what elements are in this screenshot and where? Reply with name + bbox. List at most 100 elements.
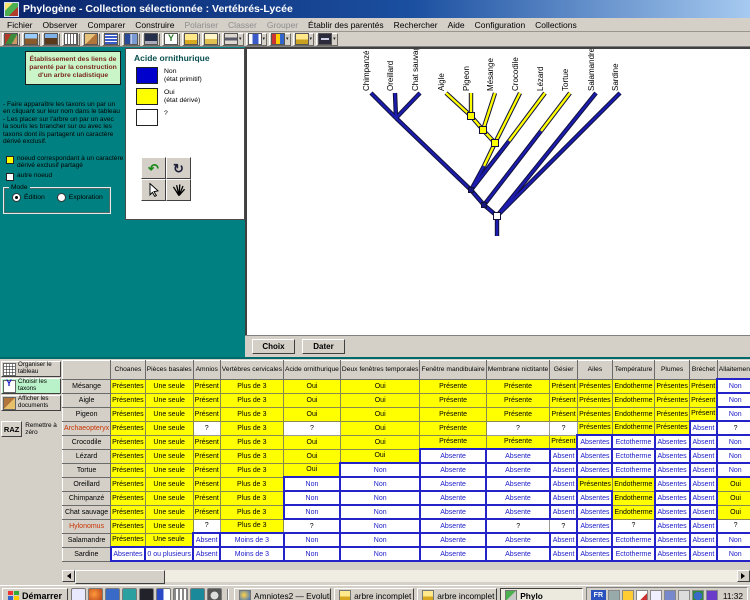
character-cell[interactable]: Présente <box>420 379 486 393</box>
character-cell[interactable]: Oui <box>284 379 341 393</box>
character-cell[interactable]: Une seule <box>145 519 193 533</box>
character-cell[interactable]: Une seule <box>145 449 193 463</box>
character-cell[interactable]: Présentes <box>111 463 146 477</box>
column-header-ailes[interactable]: Ailes <box>577 361 612 380</box>
character-cell[interactable]: Absent <box>690 505 718 519</box>
taxon-row-header-sardine[interactable]: Sardine <box>63 547 111 561</box>
choix-button[interactable]: Choix <box>252 339 295 354</box>
menu-item-observer[interactable]: Observer <box>38 20 83 30</box>
yellow-node-marker[interactable] <box>480 127 487 134</box>
character-cell[interactable]: Oui <box>340 421 420 435</box>
dropdown-arrow-icon[interactable]: ▾ <box>263 37 266 42</box>
character-cell[interactable]: Présentes <box>111 491 146 505</box>
toolbar-button-photo-icon[interactable] <box>22 33 40 46</box>
character-cell[interactable]: Présentes <box>655 379 690 393</box>
scroll-left-button[interactable] <box>62 570 75 582</box>
character-cell[interactable]: Absent <box>193 547 220 561</box>
undo-button[interactable]: ↶ <box>141 157 166 179</box>
character-cell[interactable]: Absent <box>550 477 578 491</box>
character-cell[interactable]: Présent <box>550 407 578 421</box>
character-cell[interactable]: Oui <box>284 463 341 477</box>
character-cell[interactable]: Absente <box>486 449 550 463</box>
column-header-br-chet[interactable]: Bréchet <box>690 361 718 380</box>
character-cell[interactable]: Endotherme <box>612 477 654 491</box>
tray-icon-1[interactable] <box>608 590 620 600</box>
horizontal-scrollbar[interactable] <box>62 570 750 582</box>
character-cell[interactable]: Absent <box>550 505 578 519</box>
taxon-label-chimpanz[interactable]: Chimpanzé <box>362 50 371 91</box>
character-cell[interactable]: Absentes <box>577 505 612 519</box>
task-button-arbre-incomplet[interactable]: arbre incomplet <box>417 588 497 600</box>
character-cell[interactable]: Absentes <box>655 449 690 463</box>
character-cell[interactable]: Absent <box>550 491 578 505</box>
character-cell[interactable]: Présente <box>486 393 550 407</box>
character-cell[interactable]: Non <box>284 547 341 561</box>
taxon-label-chat-sauvage[interactable]: Chat sauvage <box>411 49 420 91</box>
menu-item-construire[interactable]: Construire <box>130 20 179 30</box>
toolbar-button-document-folder-icon[interactable] <box>202 33 220 46</box>
branch-tool-button[interactable] <box>166 179 191 201</box>
character-cell[interactable]: Une seule <box>145 463 193 477</box>
character-cell[interactable]: Présentes <box>577 393 612 407</box>
character-cell[interactable]: Non <box>340 547 420 561</box>
character-cell[interactable]: Absente <box>420 519 486 533</box>
character-cell[interactable]: Absent <box>690 519 718 533</box>
column-header-fen-tre-mandibulaire[interactable]: Fenêtre mandibulaire <box>420 361 486 380</box>
character-cell[interactable]: Absentes <box>577 491 612 505</box>
character-cell[interactable]: Non <box>717 463 750 477</box>
column-header-choanes[interactable]: Choanes <box>111 361 146 380</box>
menu-item-classer[interactable]: Classer <box>223 20 262 30</box>
taxon-row-header-oreillard[interactable]: Oreillard <box>63 477 111 491</box>
character-cell[interactable]: Plus de 3 <box>220 407 283 421</box>
character-cell[interactable]: Non <box>717 435 750 449</box>
character-cell[interactable]: ? <box>717 421 750 435</box>
cladogram-canvas[interactable]: ChimpanzéOreillardChat sauvageAiglePigeo… <box>245 47 750 335</box>
character-cell[interactable]: Présent <box>193 435 220 449</box>
character-cell[interactable]: Absent <box>690 547 718 561</box>
character-cell[interactable]: Absent <box>690 491 718 505</box>
taxon-row-header-chat-sauvage[interactable]: Chat sauvage <box>63 505 111 519</box>
character-cell[interactable]: Présente <box>420 393 486 407</box>
character-cell[interactable]: Oui <box>284 435 341 449</box>
character-cell[interactable]: Plus de 3 <box>220 393 283 407</box>
character-cell[interactable]: Présent <box>193 393 220 407</box>
task-button-phylo[interactable]: Phylo <box>500 588 583 600</box>
character-cell[interactable]: Oui <box>284 393 341 407</box>
character-cell[interactable]: Non <box>717 547 750 561</box>
toolbar-button-mosaic-icon[interactable] <box>102 33 120 46</box>
character-cell[interactable]: Présentes <box>655 421 690 435</box>
character-cell[interactable]: ? <box>486 421 550 435</box>
character-cell[interactable]: Endotherme <box>612 505 654 519</box>
character-cell[interactable]: Présente <box>420 407 486 421</box>
character-cell[interactable]: Une seule <box>145 407 193 421</box>
character-cell[interactable]: Absentes <box>655 533 690 547</box>
menu-item-aide[interactable]: Aide <box>443 20 470 30</box>
character-cell[interactable]: Absent <box>690 435 718 449</box>
character-cell[interactable]: Présente <box>420 421 486 435</box>
app-shortcut-icon-8[interactable] <box>190 588 205 600</box>
menu-item-collections[interactable]: Collections <box>530 20 582 30</box>
app-shortcut-icon-2[interactable] <box>88 588 103 600</box>
character-cell[interactable]: Présentes <box>655 393 690 407</box>
column-header-acide-ornithurique[interactable]: Acide ornithurique <box>284 361 341 380</box>
character-cell[interactable]: Oui <box>717 477 750 491</box>
character-cell[interactable]: ? <box>284 519 341 533</box>
character-cell[interactable]: Présentes <box>111 421 146 435</box>
column-header-pi-ces-basales[interactable]: Pièces basales <box>145 361 193 380</box>
character-cell[interactable]: 0 ou plusieurs <box>145 547 193 561</box>
character-cell[interactable]: Non <box>340 491 420 505</box>
dropdown-arrow-icon[interactable]: ▾ <box>333 37 336 42</box>
white-node-marker[interactable] <box>494 213 501 220</box>
cladogram[interactable]: ChimpanzéOreillardChat sauvageAiglePigeo… <box>247 49 750 334</box>
character-cell[interactable]: Présentes <box>111 435 146 449</box>
language-indicator[interactable]: FR <box>591 590 606 600</box>
character-cell[interactable]: Présent <box>193 463 220 477</box>
app-shortcut-icon-1[interactable] <box>71 588 86 600</box>
character-cell[interactable]: Endotherme <box>612 491 654 505</box>
toolbar-button-choix-icon[interactable]: ▾ <box>316 33 338 46</box>
character-cell[interactable]: ? <box>284 421 341 435</box>
scrollbar-thumb[interactable] <box>75 570 165 584</box>
character-cell[interactable]: Moins de 3 <box>220 533 283 547</box>
character-cell[interactable]: Non <box>284 477 341 491</box>
character-cell[interactable]: Une seule <box>145 421 193 435</box>
